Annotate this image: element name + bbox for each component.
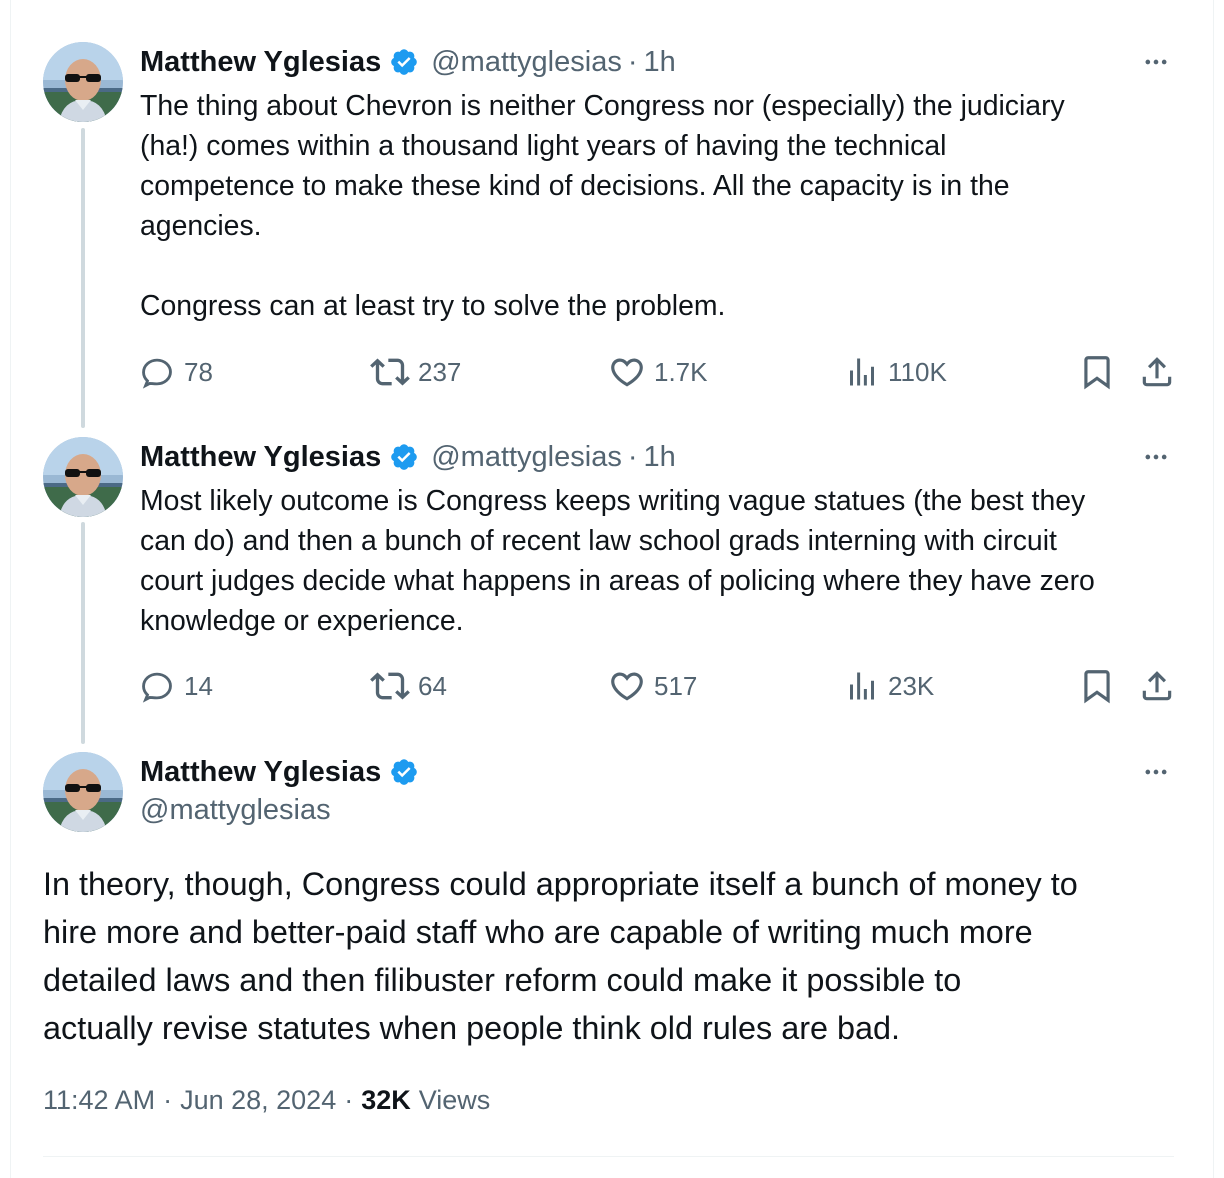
repost-count: 64 [418,670,447,701]
avatar[interactable] [43,437,123,517]
like-button[interactable]: 517 [608,666,697,706]
like-count: 517 [654,670,698,701]
avatar[interactable] [43,752,123,832]
author-name[interactable]: Matthew Yglesias [140,441,381,474]
retweet-icon [370,666,410,706]
thread-connector-line [81,522,85,744]
share-icon [1138,353,1176,391]
reply-icon [138,667,176,705]
separator-dot: · [627,440,638,473]
tweet-text: Most likely outcome is Congress keeps wr… [140,485,1095,637]
bookmark-button[interactable] [1078,666,1116,706]
more-horizontal-icon[interactable] [1138,442,1174,472]
avatar[interactable] [43,42,123,122]
views-chart-icon [844,668,880,704]
verified-badge-icon [389,757,419,787]
separator-dot: · [344,1085,354,1115]
views-button[interactable]: 23K [844,666,934,706]
tweet-time[interactable]: 1h [644,46,676,79]
tweet-actions: 78 237 1.7K 110K [138,352,1178,392]
share-icon [1138,667,1176,705]
tweet-header: Matthew Yglesias @mattyglesias · 1h [140,42,676,82]
author-name[interactable]: Matthew Yglesias [140,756,381,789]
post-time[interactable]: 11:42 AM [43,1085,155,1116]
views-total[interactable]: 32K [361,1085,411,1116]
tweet-metadata: 11:42 AM · Jun 28, 2024 · 32K Views [43,1085,490,1116]
reply-count: 78 [184,356,213,387]
share-button[interactable] [1138,666,1176,706]
separator-dot: · [163,1085,173,1115]
divider [43,1156,1174,1157]
thread-connector-line [81,128,85,428]
separator-dot: · [627,45,638,78]
tweet-header: Matthew Yglesias @mattyglesias · 1h [140,437,676,477]
reply-button[interactable]: 14 [138,666,213,706]
repost-button[interactable]: 64 [370,666,447,706]
author-name[interactable]: Matthew Yglesias [140,46,381,79]
verified-badge-icon [389,442,419,472]
views-count: 110K [888,356,947,387]
like-count: 1.7K [654,356,708,387]
repost-button[interactable]: 237 [370,352,461,392]
author-handle[interactable]: @mattyglesias [431,46,622,79]
author-handle[interactable]: @mattyglesias [431,441,622,474]
more-horizontal-icon[interactable] [1138,757,1174,787]
views-label: Views [418,1085,491,1115]
bookmark-icon [1078,353,1116,391]
bookmark-icon [1078,667,1116,705]
reply-count: 14 [184,670,213,701]
tweet-header: Matthew Yglesias [140,752,419,792]
repost-count: 237 [418,356,462,387]
verified-badge-icon [389,47,419,77]
views-button[interactable]: 110K [844,352,947,392]
bookmark-button[interactable] [1078,352,1116,392]
views-count: 23K [888,670,935,701]
main-tweet-text: In theory, though, Congress could approp… [43,866,1078,1046]
share-button[interactable] [1138,352,1176,392]
reply-button[interactable]: 78 [138,352,213,392]
heart-icon [608,353,646,391]
tweet-actions: 14 64 517 23K [138,666,1178,706]
author-handle[interactable]: @mattyglesias [140,794,331,827]
like-button[interactable]: 1.7K [608,352,708,392]
reply-icon [138,353,176,391]
retweet-icon [370,352,410,392]
tweet-time[interactable]: 1h [644,441,676,474]
views-chart-icon [844,354,880,390]
heart-icon [608,667,646,705]
post-date[interactable]: Jun 28, 2024 [180,1085,336,1116]
tweet-text: The thing about Chevron is neither Congr… [140,90,1065,322]
more-horizontal-icon[interactable] [1138,47,1174,77]
